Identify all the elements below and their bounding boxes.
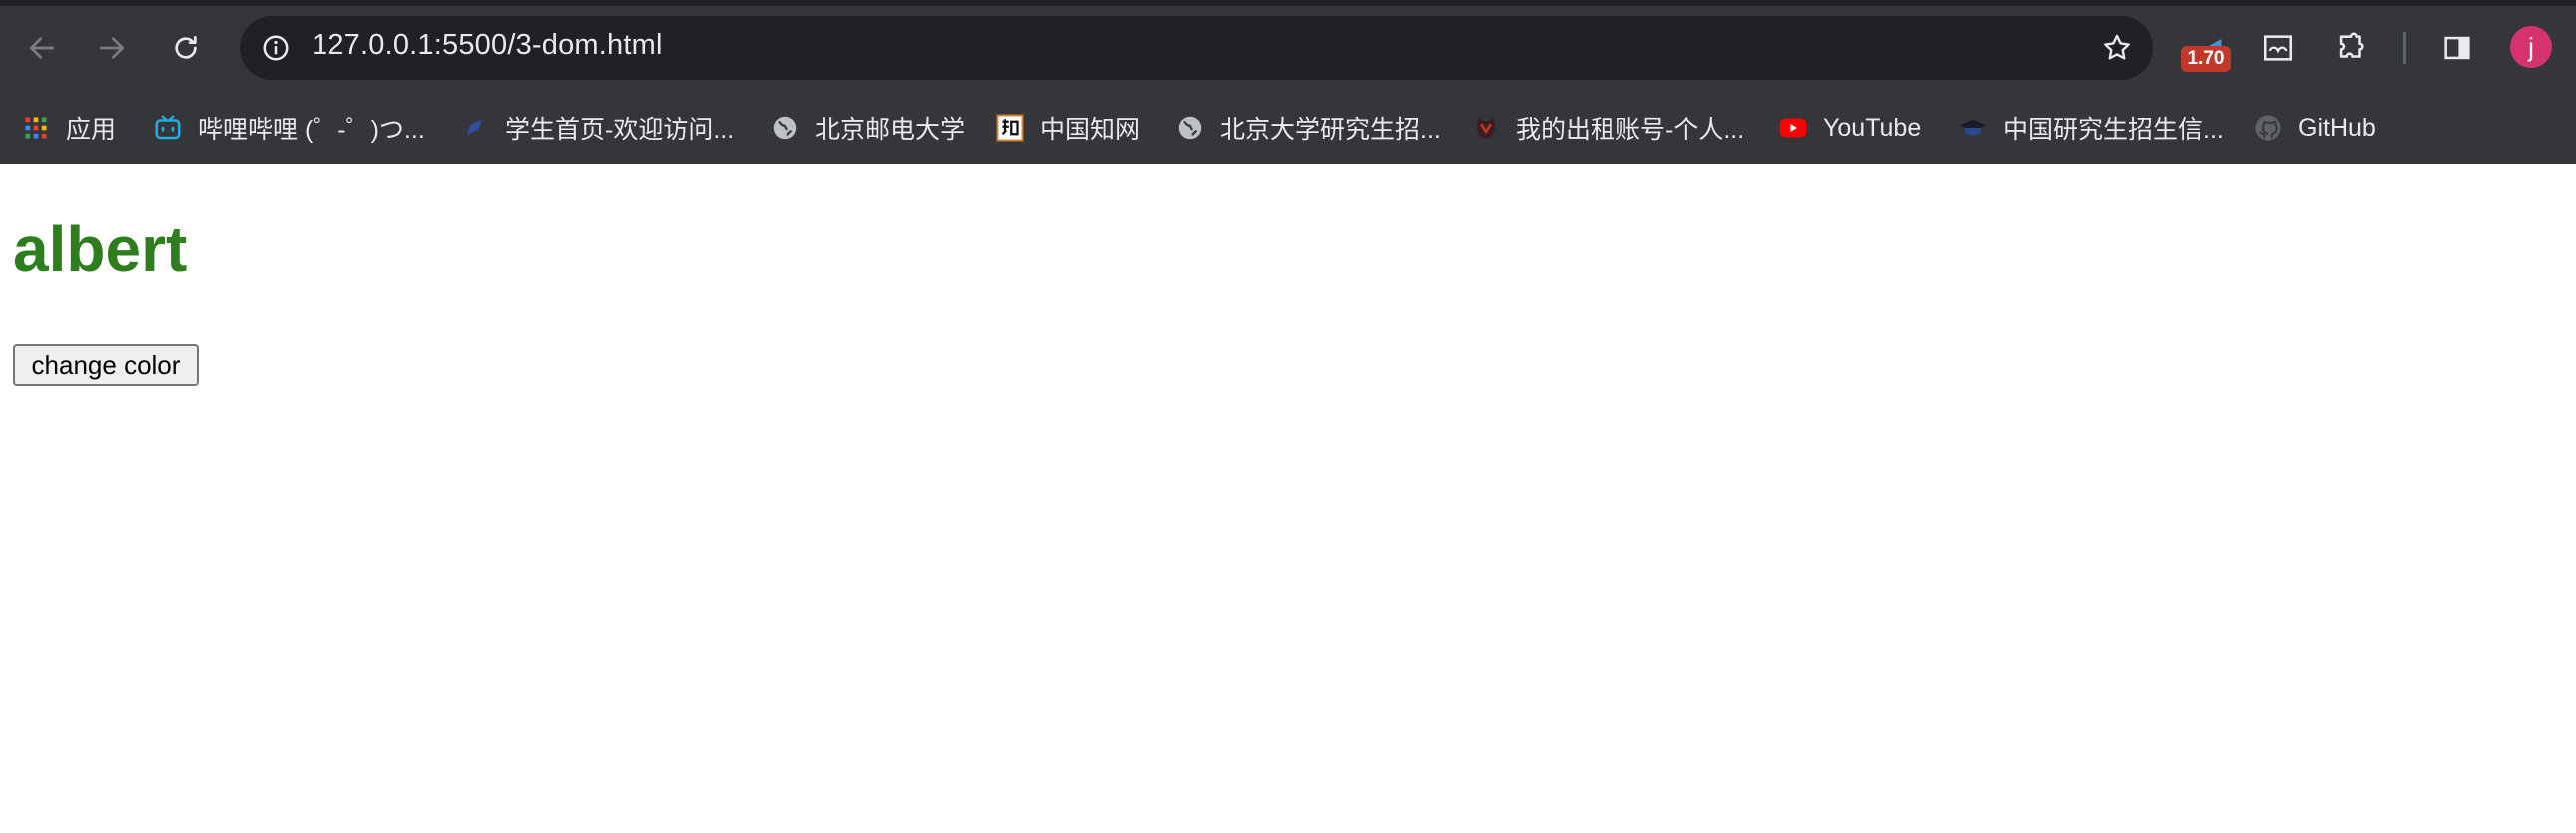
extensions-menu-button[interactable] [2330, 22, 2372, 74]
change-color-button[interactable]: change color [13, 344, 199, 386]
arrow-left-icon [30, 37, 54, 59]
bookmark-chsi[interactable]: 中国研究生招生信... [1957, 106, 2224, 150]
reload-button[interactable] [162, 24, 210, 72]
bookmark-label: YouTube [1823, 113, 1922, 142]
github-icon [2253, 112, 2284, 144]
profile-avatar[interactable]: j [2510, 26, 2552, 68]
browser-toolbar: 127.0.0.1:5500/3-dom.html 1.70 j [0, 0, 2576, 96]
bilibili-icon [152, 112, 184, 144]
extension-button-2[interactable] [2258, 22, 2298, 74]
bookmark-label: 中国知网 [1040, 116, 1141, 144]
bookmark-label: 我的出租账号-个人... [1516, 116, 1745, 144]
bookmark-bupt[interactable]: 北京邮电大学 [769, 106, 965, 150]
site-info-icon[interactable] [258, 30, 294, 66]
extension-badge: 1.70 [2181, 46, 2231, 72]
bookmarks-bar: 应用 哔哩哔哩 (゜-゜)つ... 学生首页-欢迎访问... 北京邮电大学 中国… [0, 96, 2576, 164]
student-portal-icon [459, 112, 491, 144]
cnki-icon [994, 112, 1026, 144]
side-panel-icon [2444, 36, 2470, 60]
tab-strip-edge [0, 0, 2576, 6]
url-text[interactable]: 127.0.0.1:5500/3-dom.html [312, 29, 663, 62]
reader-extension-icon [2263, 35, 2293, 61]
bookmark-label: 北京大学研究生招... [1220, 116, 1441, 144]
bookmark-rental-account[interactable]: 我的出租账号-个人... [1470, 106, 1744, 150]
bookmark-pku-grad[interactable]: 北京大学研究生招... [1174, 106, 1441, 150]
page-heading: albert [13, 213, 188, 285]
globe-icon [769, 112, 801, 144]
bookmark-label: 哔哩哔哩 (゜-゜)つ... [198, 116, 425, 144]
bookmark-label: 北京邮电大学 [815, 116, 966, 144]
reload-icon [175, 36, 197, 59]
graduation-cap-icon [1957, 112, 1989, 144]
address-bar[interactable]: 127.0.0.1:5500/3-dom.html [240, 16, 2153, 80]
bookmark-label: 中国研究生招生信... [2003, 116, 2224, 144]
bookmark-bilibili[interactable]: 哔哩哔哩 (゜-゜)つ... [152, 106, 425, 150]
toolbar-divider [2403, 32, 2406, 64]
bookmark-cnki[interactable]: 中国知网 [994, 106, 1140, 150]
bookmark-student-portal[interactable]: 学生首页-欢迎访问... [459, 106, 734, 150]
youtube-icon [1777, 112, 1809, 144]
bookmark-apps[interactable]: 应用 [20, 106, 116, 150]
bookmark-youtube[interactable]: YouTube [1777, 106, 1921, 150]
side-panel-button[interactable] [2436, 22, 2478, 74]
bookmark-label: 应用 [66, 116, 117, 144]
puzzle-piece-icon [2339, 32, 2364, 58]
bookmark-star-icon[interactable] [2099, 30, 2135, 66]
bookmark-label: GitHub [2298, 113, 2376, 142]
browser-chrome: 127.0.0.1:5500/3-dom.html 1.70 j 应用 哔哩哔哩… [0, 0, 2576, 164]
bookmark-label: 学生首页-欢迎访问... [505, 116, 735, 144]
bookmark-github[interactable]: GitHub [2253, 106, 2376, 150]
arrow-right-icon [100, 37, 124, 59]
back-button[interactable] [18, 24, 66, 72]
rental-site-icon [1470, 112, 1502, 144]
forward-button[interactable] [88, 24, 136, 72]
apps-grid-icon [20, 112, 52, 144]
globe-icon [1174, 112, 1206, 144]
